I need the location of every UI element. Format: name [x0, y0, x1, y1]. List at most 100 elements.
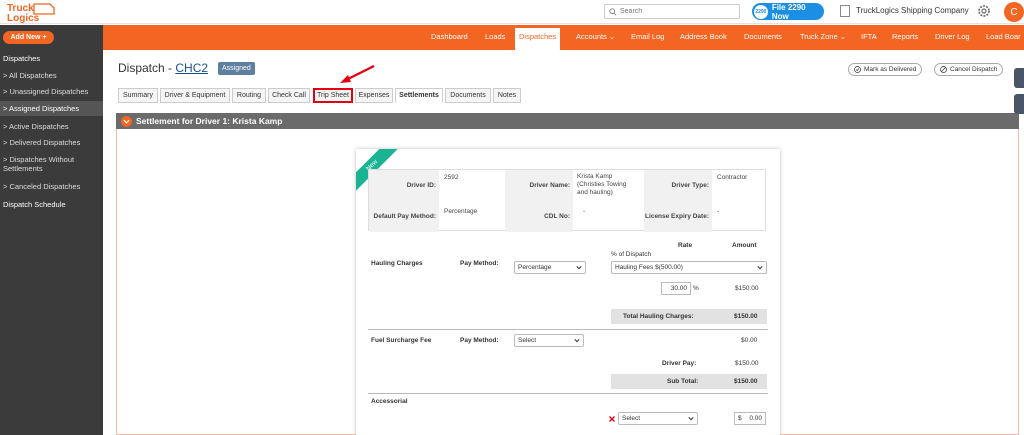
sidebar-item-unassigned-dispatches[interactable]: > Unassigned Dispatches: [0, 84, 103, 99]
nav-accounts[interactable]: Accounts ⌄: [576, 32, 615, 41]
total-hauling-value: $150.00: [734, 313, 758, 320]
building-icon: [840, 5, 850, 17]
app-root: Truck Logics 2290 File 2290 Now TruckLog…: [0, 0, 1024, 435]
nav-dispatches[interactable]: Dispatches: [515, 28, 561, 50]
nav-driver-log[interactable]: Driver Log: [935, 32, 970, 41]
driver-name-value: Krista Kamp (Christies Towing and haulin…: [577, 173, 627, 196]
nav-truck-zone[interactable]: Truck Zone ⌄: [800, 32, 846, 41]
tab-driver-equipment[interactable]: Driver & Equipment: [160, 88, 230, 103]
nav-reports[interactable]: Reports: [892, 32, 918, 41]
chevron-down-icon: [574, 339, 580, 343]
hauling-fee-select[interactable]: Hauling Fees $(500.00): [611, 261, 767, 274]
sidebar: Add New + Dispatches > All Dispatches > …: [0, 25, 103, 435]
chevron-down-icon: [688, 417, 694, 421]
page-title: Dispatch - CHC2: [118, 61, 208, 75]
percentage-input[interactable]: 30.00: [661, 282, 691, 295]
tab-check-call[interactable]: Check Call: [268, 88, 310, 103]
sidebar-item-delivered-dispatches[interactable]: > Delivered Dispatches: [0, 135, 103, 150]
fuel-pay-method-select[interactable]: Select: [514, 334, 584, 347]
fuel-amount: $0.00: [741, 337, 758, 344]
tab-documents[interactable]: Documents: [445, 88, 491, 103]
chevron-down-icon: [757, 266, 763, 270]
cdl-label: CDL No:: [505, 201, 573, 232]
hauling-pay-method-label: Pay Method:: [460, 260, 499, 267]
file-2290-badge: 2290: [754, 4, 768, 19]
total-hauling-label: Total Hauling Charges:: [623, 313, 694, 320]
tab-settlements[interactable]: Settlements: [395, 88, 443, 103]
check-circle-icon: [854, 66, 861, 73]
driver-type-label: Driver Type:: [644, 170, 712, 201]
trucklogics-logo[interactable]: Truck Logics: [4, 1, 56, 24]
driver-name-label: Driver Name:: [505, 170, 573, 201]
sidebar-section-dispatches[interactable]: Dispatches: [3, 54, 40, 63]
settlement-section-header[interactable]: Settlement for Driver 1: Krista Kamp: [116, 113, 1019, 129]
side-widget-tab[interactable]: [1014, 94, 1024, 114]
add-new-button[interactable]: Add New +: [3, 31, 54, 44]
sidebar-item-active-dispatches[interactable]: > Active Dispatches: [0, 119, 103, 134]
main-nav: Dashboard Loads Dispatches Accounts ⌄ Em…: [103, 25, 1024, 50]
sidebar-item-dispatches-without-settlements[interactable]: > Dispatches Without Settlements: [0, 152, 103, 176]
hauling-pay-method-select[interactable]: Percentage: [514, 261, 586, 274]
accessorial-amount-input[interactable]: $ 0.00: [734, 412, 766, 425]
tab-notes[interactable]: Notes: [493, 88, 521, 103]
chevron-down-icon: [576, 266, 582, 270]
subtotal-value: $150.00: [734, 378, 758, 385]
top-bar: Truck Logics 2290 File 2290 Now TruckLog…: [0, 0, 1024, 24]
accessorial-currency: $: [738, 415, 742, 422]
hauling-fee-value: Hauling Fees $(500.00): [615, 264, 683, 271]
license-expiry-label: License Expiry Date:: [644, 201, 712, 232]
nav-ifta[interactable]: IFTA: [861, 32, 877, 41]
nav-loads[interactable]: Loads: [485, 32, 505, 41]
gear-icon[interactable]: [976, 3, 992, 19]
cancel-dispatch-label: Cancel Dispatch: [950, 66, 998, 73]
fuel-surcharge-label: Fuel Surcharge Fee: [371, 337, 432, 344]
mark-delivered-label: Mark as Delivered: [864, 66, 917, 73]
search-box: [604, 4, 740, 19]
red-arrow-annotation: [340, 65, 375, 83]
hauling-amount: $150.00: [735, 285, 759, 292]
status-badge: Assigned: [218, 62, 255, 75]
company-name[interactable]: TruckLogics Shipping Company: [856, 6, 969, 15]
tab-routing[interactable]: Routing: [232, 88, 266, 103]
sidebar-item-canceled-dispatches[interactable]: > Canceled Dispatches: [0, 179, 103, 194]
pct-of-dispatch-label: % of Dispatch: [611, 251, 652, 258]
fuel-pay-method-label: Pay Method:: [460, 337, 499, 344]
dispatch-id-link[interactable]: CHC2: [175, 61, 208, 75]
side-widget-tab[interactable]: [1014, 68, 1024, 88]
pay-method-value: Percentage: [444, 208, 478, 215]
user-avatar[interactable]: C: [1004, 2, 1024, 22]
sidebar-item-assigned-dispatches[interactable]: > Assigned Dispatches: [0, 101, 103, 116]
chevron-down-icon[interactable]: [121, 115, 132, 127]
driver-id-value: 2592: [444, 174, 459, 181]
accessorial-label: Accessorial: [371, 398, 408, 405]
file-2290-button[interactable]: 2290 File 2290 Now: [752, 3, 824, 21]
search-input[interactable]: [620, 8, 730, 15]
logo-graphic: Truck Logics: [7, 3, 55, 24]
mark-delivered-button[interactable]: Mark as Delivered: [848, 63, 923, 76]
driver-pay-label: Driver Pay:: [662, 360, 697, 367]
license-expiry-value: -: [717, 208, 720, 215]
nav-load-board[interactable]: Load Boar: [986, 32, 1021, 41]
tab-expenses[interactable]: Expenses: [355, 88, 393, 103]
driver-pay-value: $150.00: [735, 360, 759, 367]
page-title-prefix: Dispatch -: [118, 61, 176, 75]
cancel-dispatch-button[interactable]: Cancel Dispatch: [934, 63, 1004, 76]
accessorial-select-value: Select: [622, 415, 641, 422]
sidebar-item-all-dispatches[interactable]: > All Dispatches: [0, 68, 103, 83]
nav-email-log[interactable]: Email Log: [631, 32, 664, 41]
driver-type-value: Contractor: [717, 174, 748, 181]
nav-documents[interactable]: Documents: [744, 32, 782, 41]
driver-id-label: Driver ID:: [369, 170, 439, 201]
nav-dashboard[interactable]: Dashboard: [431, 32, 468, 41]
rate-header: Rate: [678, 242, 693, 249]
sidebar-dispatch-schedule[interactable]: Dispatch Schedule: [3, 200, 66, 209]
remove-icon[interactable]: [609, 416, 615, 422]
tab-summary[interactable]: Summary: [118, 88, 158, 103]
fuel-pay-method-value: Select: [518, 337, 537, 344]
accessorial-select[interactable]: Select: [618, 412, 698, 425]
nav-address-book[interactable]: Address Book: [680, 32, 727, 41]
divider: [368, 393, 768, 394]
tab-trip-sheet[interactable]: Trip Sheet: [313, 88, 353, 103]
hauling-pay-method-value: Percentage: [518, 264, 552, 271]
hauling-charges-label: Hauling Charges: [371, 260, 423, 267]
